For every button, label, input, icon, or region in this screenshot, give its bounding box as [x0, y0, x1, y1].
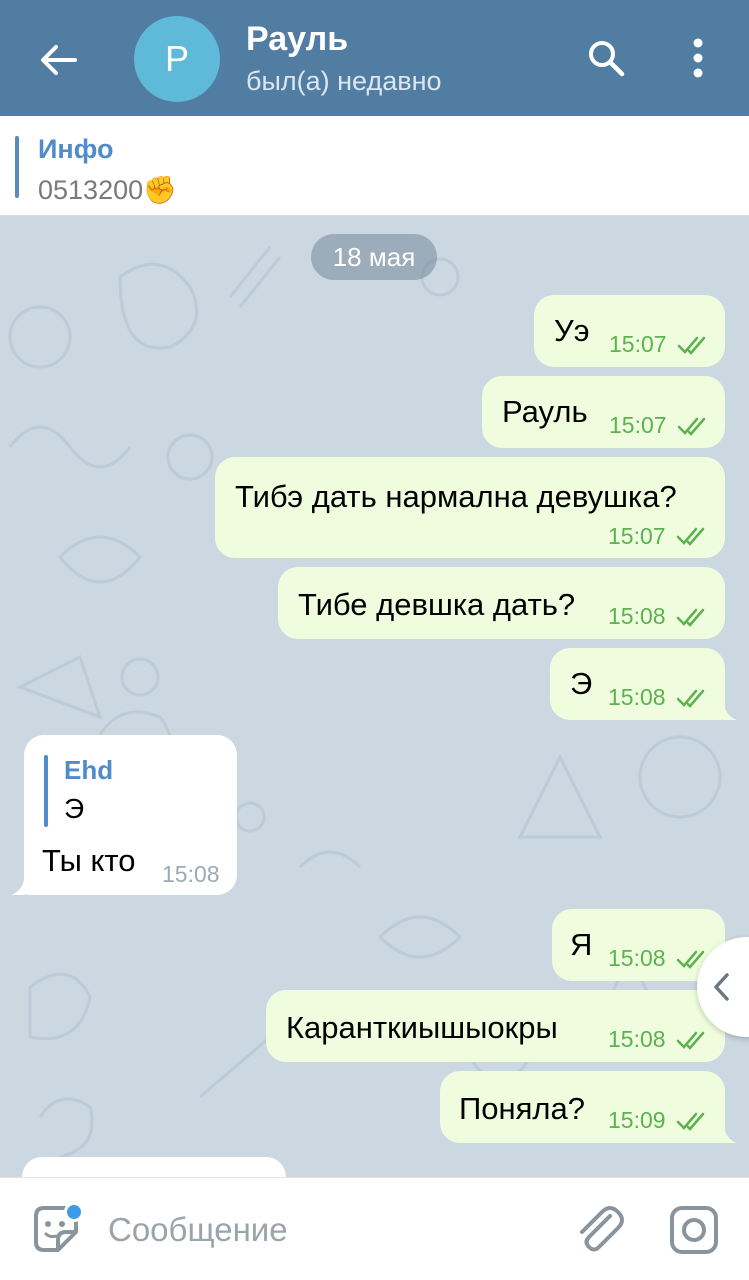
message-time: 15:08	[608, 603, 666, 629]
double-check-icon	[677, 336, 706, 355]
pinned-title: Инфо	[38, 134, 114, 164]
message-text: Поняла?	[459, 1091, 585, 1126]
date-separator: 18 мая	[311, 234, 437, 280]
attach-button[interactable]	[572, 1202, 628, 1258]
back-button[interactable]	[30, 32, 86, 88]
contact-status: был(а) недавно	[246, 66, 442, 96]
arrow-left-icon	[41, 45, 77, 75]
reply-bar	[44, 755, 48, 827]
more-menu-button[interactable]	[672, 30, 724, 86]
message-text: Ты кто	[42, 843, 136, 878]
paperclip-icon	[580, 1206, 624, 1252]
outgoing-message[interactable]: Э 15:08	[550, 648, 737, 720]
reply-author: Ehd	[64, 755, 114, 785]
double-check-icon	[676, 1112, 705, 1131]
message-text: Уэ	[554, 313, 590, 348]
pinned-bar	[15, 136, 19, 198]
more-vertical-icon	[693, 38, 703, 78]
message-time: 15:08	[608, 945, 666, 971]
outgoing-message[interactable]: Тибэ дать нармална девушка? 15:07	[215, 457, 725, 558]
chat-area[interactable]: 18 мая Уэ 15:07 Рауль 15:07 Тибэ дать на…	[0, 217, 749, 1177]
outgoing-message[interactable]: Рауль 15:07	[482, 376, 725, 448]
message-text: Тибэ дать нармална девушка?	[235, 479, 677, 514]
reply-text: Э	[64, 793, 85, 824]
outgoing-message[interactable]: Тибе девшка дать? 15:08	[278, 567, 725, 639]
avatar-letter: Р	[164, 38, 189, 79]
message-time: 15:07	[609, 412, 667, 438]
message-time: 15:07	[609, 331, 667, 357]
message-text: Рауль	[502, 394, 588, 429]
message-input[interactable]	[108, 1206, 548, 1254]
chevron-left-icon	[714, 973, 729, 1001]
contact-name[interactable]: Рауль	[246, 20, 348, 59]
double-check-icon	[677, 417, 706, 436]
message-time: 15:08	[608, 1026, 666, 1052]
double-check-icon	[676, 689, 705, 708]
message-time: 15:09	[608, 1107, 666, 1133]
chat-header: Р Рауль был(а) недавно	[0, 0, 749, 116]
message-time: 15:07	[608, 523, 666, 549]
outgoing-message[interactable]: Уэ 15:07	[534, 295, 725, 367]
avatar[interactable]: Р	[134, 16, 220, 102]
double-check-icon	[676, 1031, 705, 1050]
bubble-tail	[11, 875, 25, 895]
pinned-message[interactable]: Инфо 0513200✊	[0, 116, 749, 216]
outgoing-message[interactable]: Каранткиышыокры 15:08	[266, 990, 725, 1062]
incoming-message[interactable]: Ehd Э Ты кто 15:08	[11, 735, 237, 895]
bubble-tail	[723, 700, 737, 720]
message-input-bar	[0, 1177, 749, 1280]
new-stickers-dot	[64, 1202, 84, 1222]
message-text: Э	[570, 666, 593, 701]
message-text: Я	[570, 927, 593, 962]
message-time: 15:08	[162, 861, 220, 887]
double-check-icon	[676, 527, 705, 546]
double-check-icon	[676, 608, 705, 627]
camera-button[interactable]	[666, 1202, 722, 1258]
camera-icon	[670, 1206, 718, 1254]
search-button[interactable]	[578, 30, 634, 86]
message-text: Каранткиышыокры	[286, 1010, 558, 1045]
search-icon	[589, 41, 625, 77]
message-time: 15:08	[608, 684, 666, 710]
incoming-message-partial[interactable]	[22, 1157, 286, 1177]
outgoing-message[interactable]: Поняла? 15:09	[440, 1071, 737, 1143]
pinned-text: 0513200✊	[38, 175, 177, 205]
message-text: Тибе девшка дать?	[298, 587, 576, 622]
bubble-tail	[723, 1123, 737, 1143]
